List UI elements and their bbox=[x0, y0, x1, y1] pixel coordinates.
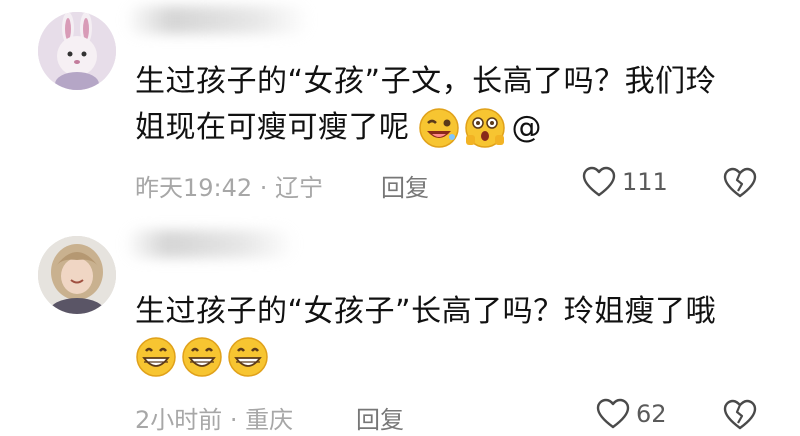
bunny-avatar-icon bbox=[38, 12, 116, 90]
broken-heart-icon bbox=[723, 167, 757, 198]
avatar[interactable] bbox=[38, 12, 116, 90]
laughing-wink-emoji-icon bbox=[418, 108, 459, 148]
grin-emoji-icon bbox=[136, 337, 176, 377]
avatar[interactable] bbox=[38, 236, 116, 314]
comment-text-line-1: 生过孩子的“女孩”子文，长高了吗？我们玲 bbox=[135, 64, 717, 99]
username-blurred[interactable] bbox=[125, 230, 295, 258]
comment-text-line-2: 姐现在可瘦可瘦了呢 @ bbox=[135, 106, 542, 150]
username-blurred[interactable] bbox=[125, 6, 310, 34]
like-button[interactable]: 62 bbox=[596, 398, 667, 430]
heart-icon bbox=[582, 166, 616, 197]
comment-item: 生过孩子的“女孩子”长高了吗？玲姐瘦了哦 2小时前 · 重庆 回复 62 bbox=[0, 224, 800, 434]
dislike-button[interactable] bbox=[722, 398, 758, 436]
time-location: 2小时前 · 重庆 bbox=[135, 406, 294, 434]
broken-heart-icon bbox=[723, 399, 757, 430]
like-button[interactable]: 111 bbox=[582, 166, 668, 198]
dislike-button[interactable] bbox=[722, 166, 758, 204]
heart-icon bbox=[596, 398, 630, 429]
comment-text-line-1: 生过孩子的“女孩子”长高了吗？玲姐瘦了哦 bbox=[135, 294, 717, 329]
shocked-emoji-icon bbox=[464, 108, 505, 148]
comment-item: 生过孩子的“女孩”子文，长高了吗？我们玲 姐现在可瘦可瘦了呢 @ 昨天19:42… bbox=[0, 0, 800, 212]
reply-button[interactable]: 回复 bbox=[356, 400, 404, 435]
comment-text: 姐现在可瘦可瘦了呢 bbox=[135, 110, 410, 145]
like-count: 111 bbox=[622, 168, 668, 196]
emoji-row bbox=[135, 336, 273, 378]
mention-at: @ bbox=[511, 110, 542, 145]
reply-button[interactable]: 回复 bbox=[381, 168, 429, 203]
grin-emoji-icon bbox=[228, 337, 268, 377]
grin-emoji-icon bbox=[182, 337, 222, 377]
person-avatar-icon bbox=[38, 236, 116, 314]
time-location: 昨天19:42 · 辽宁 bbox=[135, 174, 324, 202]
